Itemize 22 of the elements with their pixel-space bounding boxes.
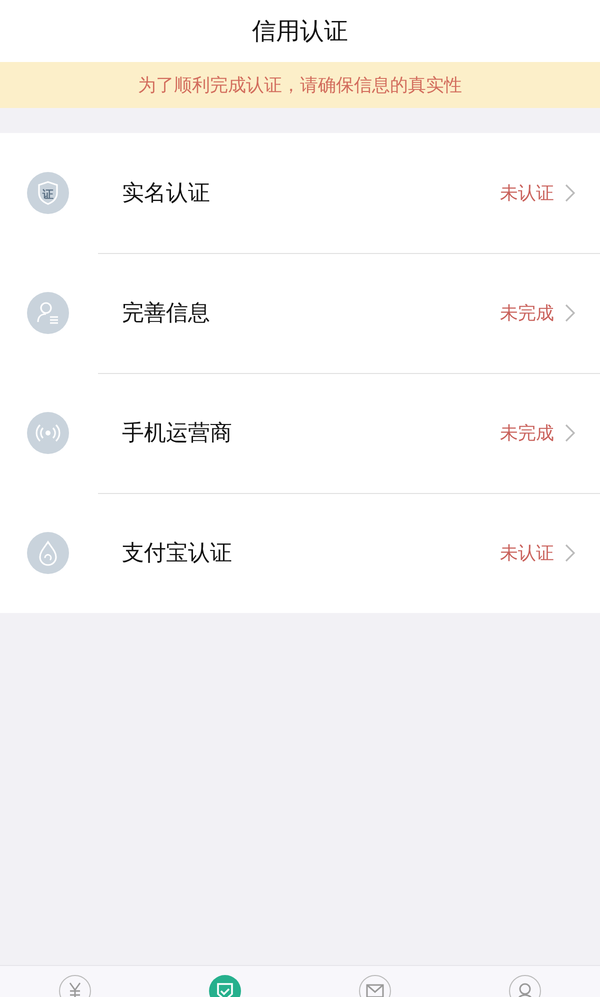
verification-item[interactable]: 证 实名认证 未认证	[0, 133, 600, 253]
signal-icon	[26, 411, 70, 455]
item-label: 完善信息	[122, 300, 211, 328]
status-text: 未认证	[500, 182, 554, 205]
verification-item[interactable]: 完善信息 未完成	[0, 253, 600, 373]
verification-item[interactable]: 支付宝认证 未认证	[0, 493, 600, 613]
drop-icon	[26, 531, 70, 575]
chevron-icon	[564, 423, 576, 443]
chevron-icon	[564, 183, 576, 203]
verification-item[interactable]: 手机运营商 未完成	[0, 373, 600, 493]
item-label: 支付宝认证	[122, 540, 233, 568]
status-text: 未完成	[500, 302, 554, 325]
page-title: 信用认证	[252, 16, 348, 47]
chevron-icon	[564, 543, 576, 563]
person-icon	[26, 291, 70, 335]
item-label: 手机运营商	[122, 420, 233, 448]
status-text: 未完成	[500, 422, 554, 445]
chevron-icon	[564, 303, 576, 323]
notice-banner: 为了顺利完成认证，请确保信息的真实性	[0, 62, 600, 108]
status-text: 未认证	[500, 542, 554, 565]
item-label: 实名认证	[122, 180, 211, 208]
shield-icon: 证	[26, 171, 70, 215]
